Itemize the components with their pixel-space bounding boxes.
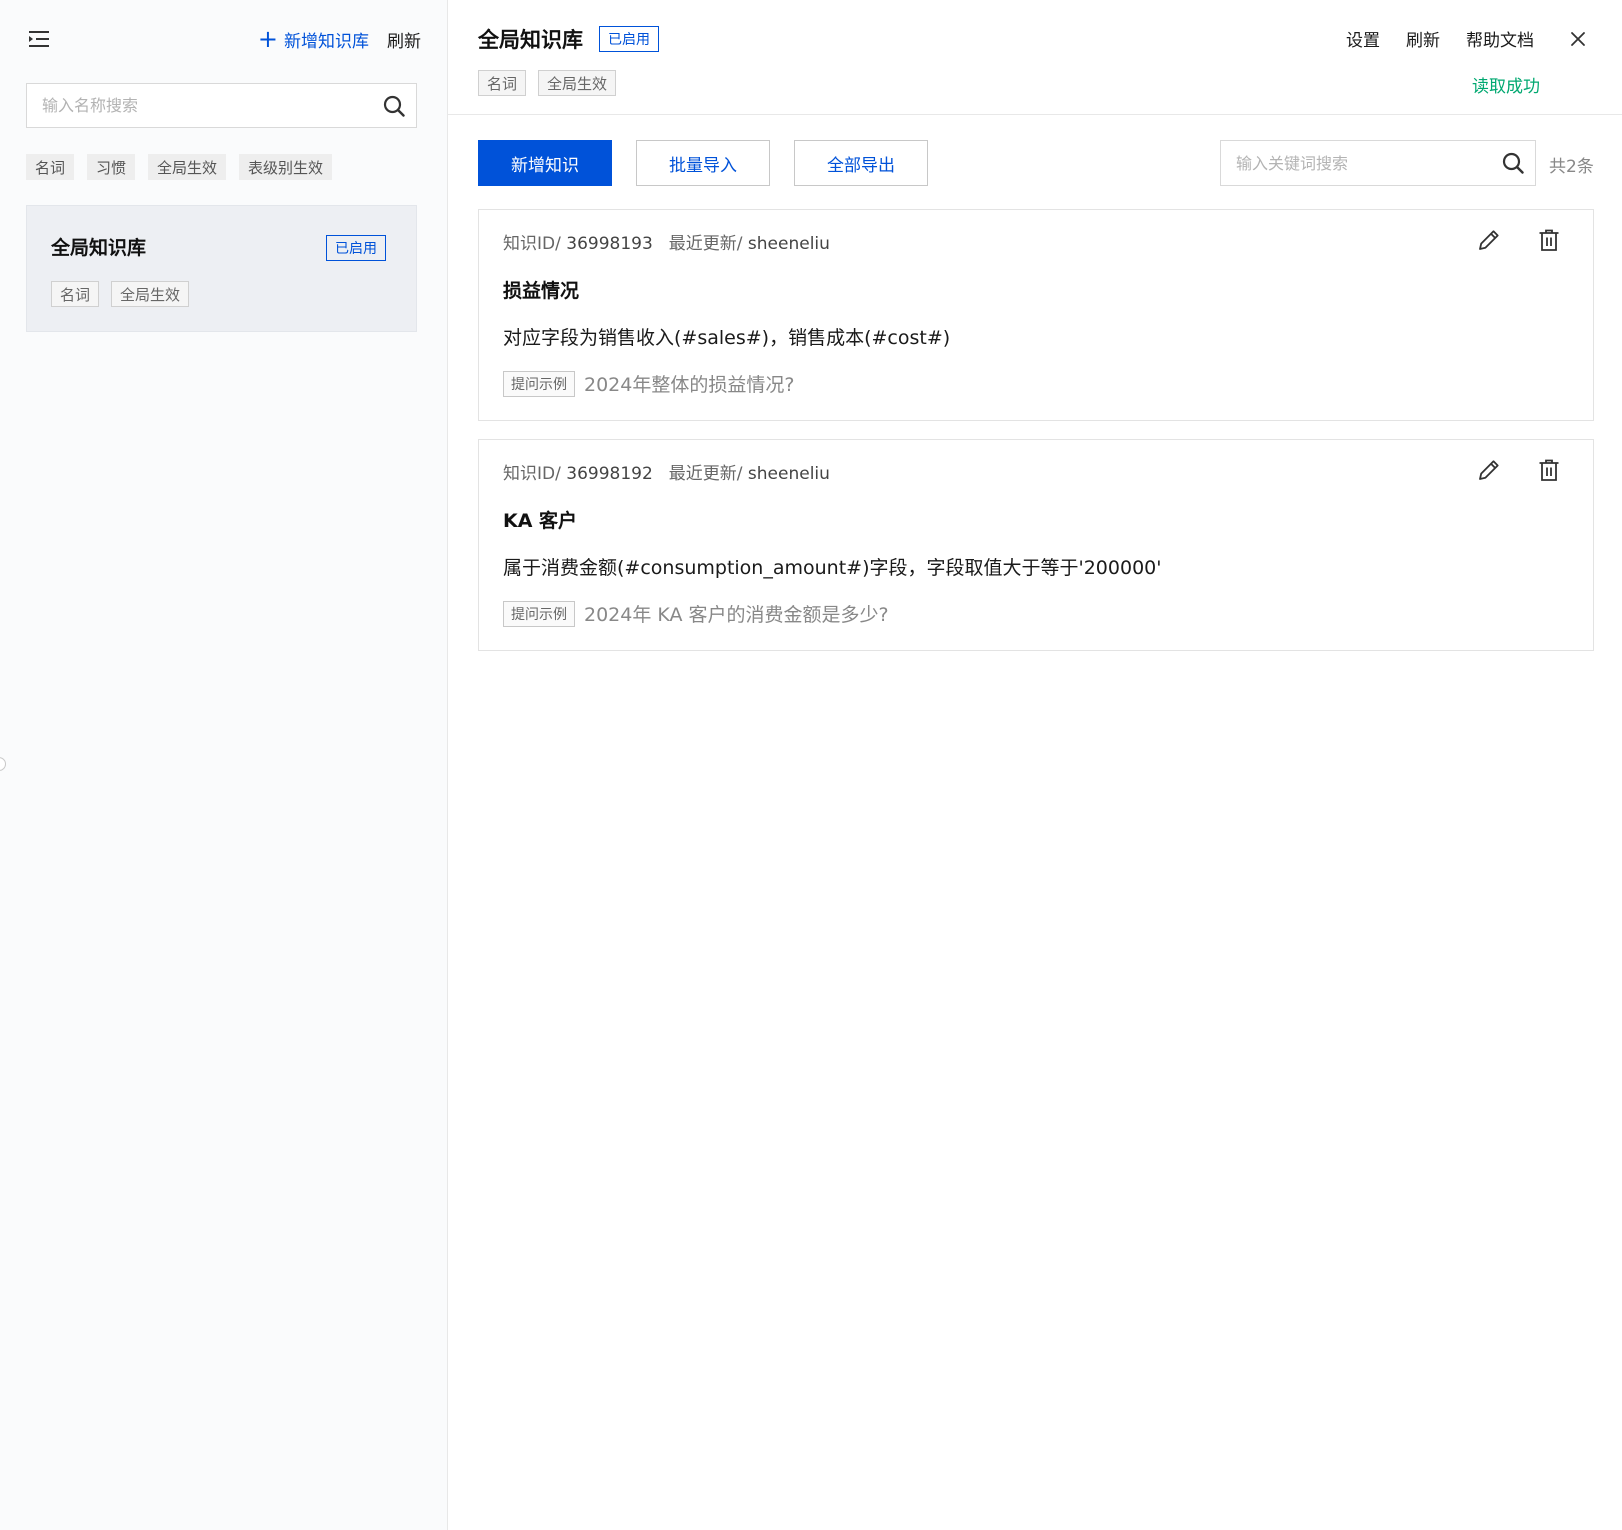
example-tag: 提问示例 <box>503 370 575 397</box>
knowledge-description: 对应字段为销售收入(#sales#)，销售成本(#cost#) <box>503 327 951 349</box>
knowledge-card: 知识ID/ 36998192 最近更新/ sheeneliu KA 客户 属于消… <box>478 439 1594 651</box>
keyword-search <box>1220 140 1536 186</box>
knowledge-id-label: 知识ID/ <box>503 464 561 484</box>
kb-tag: 全局生效 <box>111 281 190 307</box>
status-badge: 已启用 <box>599 26 659 52</box>
kb-tag: 名词 <box>478 70 527 96</box>
app-root: + 新增知识库 刷新 名词 习惯 全局生效 表级别生效 全局知识库 已启用 名词… <box>0 0 1622 1530</box>
kb-tag: 全局生效 <box>538 70 617 96</box>
kb-name-search-input[interactable] <box>27 84 372 127</box>
updated-label: 最近更新/ <box>668 464 743 484</box>
knowledge-card: 知识ID/ 36998193 最近更新/ sheeneliu 损益情况 对应字段… <box>478 209 1594 421</box>
add-knowledge-base-button[interactable]: + 新增知识库 <box>258 27 369 52</box>
detail-header: 全局知识库 已启用 名词 全局生效 设置 刷新 帮助文档 读取成功 <box>448 0 1622 115</box>
export-all-button[interactable]: 全部导出 <box>794 140 928 186</box>
updated-by: sheeneliu <box>747 464 830 484</box>
knowledge-toolbar: 新增知识 批量导入 全部导出 <box>478 140 928 186</box>
kb-list-item[interactable]: 全局知识库 已启用 名词 全局生效 <box>26 205 417 332</box>
knowledge-example: 提问示例 2024年 KA 客户的消费金额是多少? <box>503 600 889 627</box>
status-badge: 已启用 <box>326 235 386 261</box>
example-question: 2024年整体的损益情况? <box>584 374 795 396</box>
resize-handle[interactable] <box>0 757 6 771</box>
delete-icon[interactable] <box>1535 226 1563 254</box>
knowledge-meta: 知识ID/ 36998192 最近更新/ sheeneliu <box>503 459 830 484</box>
knowledge-id-label: 知识ID/ <box>503 234 561 254</box>
knowledge-base-sidebar: + 新增知识库 刷新 名词 习惯 全局生效 表级别生效 全局知识库 已启用 名词… <box>0 0 448 1530</box>
edit-icon[interactable] <box>1475 456 1503 484</box>
sidebar-refresh-button[interactable]: 刷新 <box>387 27 421 52</box>
example-tag: 提问示例 <box>503 600 575 627</box>
knowledge-title: 损益情况 <box>503 280 580 302</box>
updated-label: 最近更新/ <box>668 234 743 254</box>
knowledge-title: KA 客户 <box>503 510 578 532</box>
knowledge-id: 36998192 <box>566 464 653 484</box>
filter-tags: 名词 习惯 全局生效 表级别生效 <box>26 154 333 180</box>
search-icon[interactable] <box>372 84 416 127</box>
search-icon[interactable] <box>1491 141 1535 185</box>
edit-icon[interactable] <box>1475 226 1503 254</box>
header-actions: 设置 刷新 帮助文档 <box>1346 26 1588 51</box>
help-docs-button[interactable]: 帮助文档 <box>1466 26 1534 51</box>
total-count: 共2条 <box>1549 157 1594 177</box>
page-title: 全局知识库 <box>478 28 583 52</box>
knowledge-description: 属于消费金额(#consumption_amount#)字段，字段取值大于等于'… <box>503 557 1162 579</box>
knowledge-meta: 知识ID/ 36998193 最近更新/ sheeneliu <box>503 229 830 254</box>
close-icon[interactable] <box>1568 29 1588 49</box>
knowledge-actions <box>1475 226 1563 254</box>
knowledge-id: 36998193 <box>566 234 653 254</box>
refresh-button[interactable]: 刷新 <box>1406 26 1440 51</box>
kb-name-search <box>26 83 417 128</box>
knowledge-detail-panel: 全局知识库 已启用 名词 全局生效 设置 刷新 帮助文档 读取成功 新增知识 批… <box>448 0 1622 1530</box>
sidebar-toolbar: + 新增知识库 刷新 <box>26 24 421 54</box>
filter-tag[interactable]: 全局生效 <box>148 154 227 180</box>
knowledge-actions <box>1475 456 1563 484</box>
add-knowledge-button[interactable]: 新增知识 <box>478 140 612 186</box>
filter-tag[interactable]: 表级别生效 <box>239 154 333 180</box>
kb-list-item-name: 全局知识库 <box>51 237 147 259</box>
filter-tag[interactable]: 习惯 <box>87 154 136 180</box>
kb-tag: 名词 <box>51 281 100 307</box>
keyword-search-input[interactable] <box>1221 141 1491 185</box>
plus-icon: + <box>257 25 278 53</box>
batch-import-button[interactable]: 批量导入 <box>636 140 770 186</box>
settings-button[interactable]: 设置 <box>1346 26 1380 51</box>
knowledge-example: 提问示例 2024年整体的损益情况? <box>503 370 794 397</box>
updated-by: sheeneliu <box>747 234 830 254</box>
filter-tag[interactable]: 名词 <box>26 154 75 180</box>
delete-icon[interactable] <box>1535 456 1563 484</box>
kb-list-item-tags: 名词 全局生效 <box>51 281 190 307</box>
collapse-menu-icon[interactable] <box>26 26 52 52</box>
add-knowledge-base-label: 新增知识库 <box>284 31 369 52</box>
example-question: 2024年 KA 客户的消费金额是多少? <box>584 604 889 626</box>
read-status-text: 读取成功 <box>1472 77 1540 97</box>
header-tags: 名词 全局生效 <box>478 70 617 96</box>
